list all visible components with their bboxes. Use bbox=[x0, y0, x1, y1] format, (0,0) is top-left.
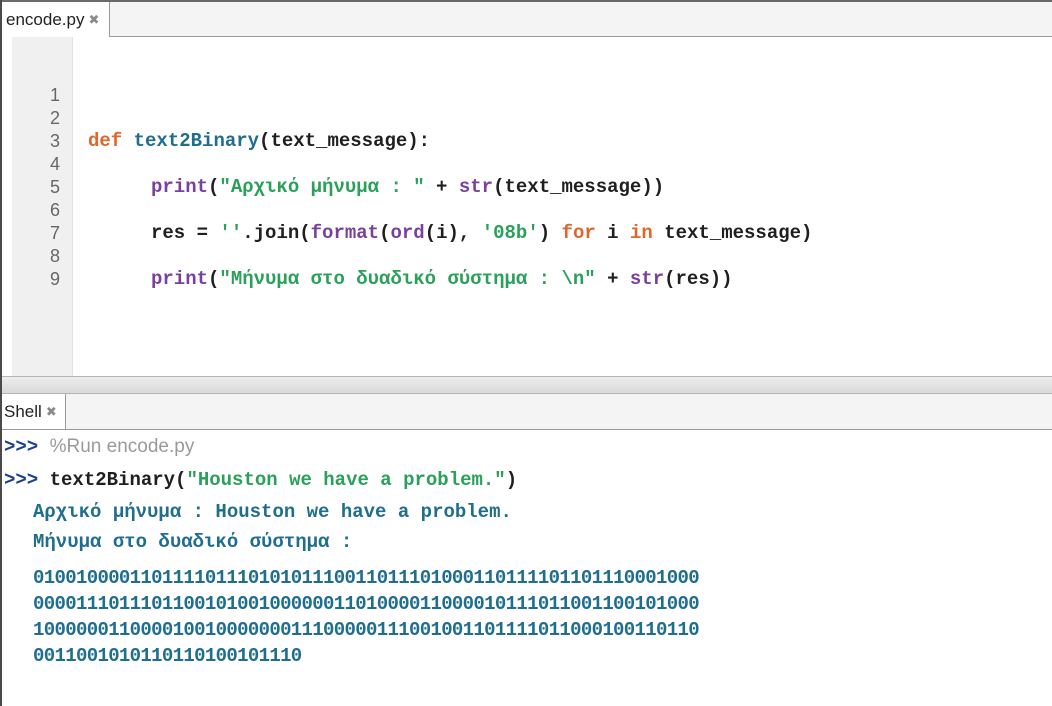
output-line: Μήνυμα στο δυαδικό σύστημα : bbox=[33, 531, 353, 553]
output-line: 1000000110000100100000001110000011100100… bbox=[33, 619, 700, 641]
prompt: >>> bbox=[4, 436, 39, 458]
editor-tab-bar: encode.py ✖ bbox=[2, 0, 1052, 38]
output-line: 0011001010110110100101110 bbox=[33, 645, 302, 667]
code-lines: 1 2 def text2Binary(text_message): 3 4 p… bbox=[2, 61, 1052, 290]
shell-tab-bar: Shell ✖ bbox=[2, 394, 1052, 430]
code-line: 6 res = ''.join(format(ord(i), '08b') fo… bbox=[2, 176, 1052, 244]
shell-console[interactable]: >>> %Run encode.py >>> text2Binary("Hous… bbox=[2, 430, 1052, 706]
output-line: 0000111011101100101001000000110100001100… bbox=[33, 593, 700, 615]
code-line: 1 bbox=[2, 61, 1052, 105]
builtin: print bbox=[151, 268, 209, 290]
code-fragment: + bbox=[595, 268, 630, 290]
builtin: str bbox=[629, 268, 665, 290]
tab-label: Shell bbox=[4, 401, 42, 421]
code-fragment: ( bbox=[208, 268, 220, 290]
string-literal: "Μήνυμα στο δυαδικό σύστημα : \n" bbox=[219, 268, 596, 290]
output-line: Αρχικό μήνυμα : Houston we have a proble… bbox=[33, 501, 512, 523]
call-close: ) bbox=[505, 469, 518, 491]
close-icon[interactable]: ✖ bbox=[88, 12, 99, 28]
code-line: 2 def text2Binary(text_message): bbox=[2, 84, 1052, 152]
code-line: 3 bbox=[2, 107, 1052, 151]
line-number: 9 bbox=[49, 269, 60, 289]
output-line: 0100100001101111011101010111001101110100… bbox=[33, 567, 700, 589]
tab-label: encode.py bbox=[6, 10, 85, 29]
code-fragment: (res)) bbox=[664, 268, 733, 290]
code-line: 8 print("Μήνυμα στο δυαδικό σύστημα : \n… bbox=[2, 222, 1052, 290]
code-line: 5 bbox=[2, 153, 1052, 197]
call-function: text2Binary( bbox=[49, 469, 187, 491]
pane-splitter[interactable] bbox=[2, 376, 1052, 394]
tab-encode-py[interactable]: encode.py ✖ bbox=[2, 2, 111, 38]
string-literal: "Houston we have a problem." bbox=[186, 469, 506, 491]
shell-line: >>> text2Binary("Houston we have a probl… bbox=[4, 469, 517, 491]
code-line: 7 bbox=[2, 199, 1052, 243]
code-line: 4 print("Αρχικό μήνυμα : " + str(text_me… bbox=[2, 130, 1052, 198]
tab-shell[interactable]: Shell ✖ bbox=[2, 394, 66, 429]
code-text: print("Μήνυμα στο δυαδικό σύστημα : \n" … bbox=[151, 268, 733, 291]
close-icon[interactable]: ✖ bbox=[46, 404, 57, 420]
prompt: >>> bbox=[4, 469, 39, 491]
code-editor[interactable]: 1 2 def text2Binary(text_message): 3 4 p… bbox=[2, 37, 1052, 376]
shell-line: >>> %Run encode.py bbox=[4, 436, 194, 458]
code-line: 9 bbox=[2, 245, 1052, 289]
run-command: %Run encode.py bbox=[49, 436, 195, 457]
